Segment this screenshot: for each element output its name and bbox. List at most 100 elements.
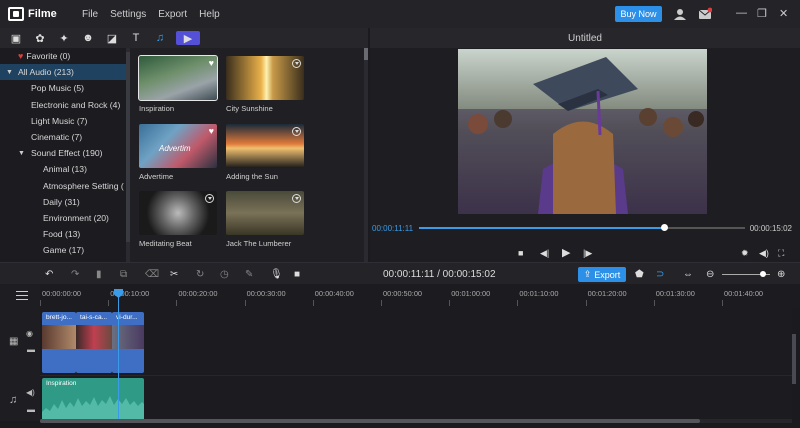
edit-icon[interactable]: ✎ — [245, 269, 253, 280]
sticker-icon[interactable]: ☻ — [80, 31, 96, 45]
buy-now-button[interactable]: Buy Now — [615, 6, 662, 22]
total-time: 00:00:15:02 — [749, 224, 792, 233]
timeline-horizontal-scrollbar[interactable] — [40, 419, 792, 423]
sidebar-item-sound-effect[interactable]: ▼ Sound Effect (190) — [0, 145, 130, 161]
menu-icon[interactable] — [16, 291, 28, 303]
restore-icon[interactable]: ❐ — [757, 7, 767, 20]
media-item-advertime[interactable]: Advertim ♥ Advertime — [139, 124, 219, 181]
filters-icon[interactable]: ✦ — [56, 31, 72, 45]
video-clip[interactable]: brett-jo... — [42, 312, 76, 373]
ruler-tick — [108, 300, 110, 306]
sidebar-item-cinematic[interactable]: Cinematic (7) — [0, 129, 130, 145]
sidebar-item-pop-music[interactable]: Pop Music (5) — [0, 80, 130, 96]
sidebar-item-food[interactable]: Food (13) — [0, 226, 130, 242]
volume-icon[interactable]: ◀) — [759, 248, 769, 259]
fit-timeline-icon[interactable]: ⇔ — [683, 269, 693, 280]
microphone-icon[interactable]: 🎙 — [270, 269, 283, 280]
sidebar-item-game[interactable]: Game (17) — [0, 242, 130, 258]
media-item-jack-the-lumberer[interactable]: Jack The Lumberer — [226, 191, 306, 248]
music-icon[interactable]: ♫ — [152, 31, 168, 45]
preview-panel: Untitled 00:00:11:11 00:00:15:02 ■ ◀︎| ▶… — [370, 28, 800, 262]
heart-icon[interactable]: ♥ — [209, 126, 214, 136]
media-item-meditating-beat[interactable]: Meditating Beat — [139, 191, 219, 248]
delete-icon[interactable]: ▮ — [96, 269, 102, 280]
media-import-icon[interactable]: ▣ — [8, 31, 24, 45]
redo-icon[interactable]: ↷ — [71, 269, 79, 280]
visibility-eye-icon[interactable]: ◉ — [26, 329, 33, 338]
audio-clip[interactable]: Inspiration — [42, 378, 144, 420]
transition-icon[interactable]: ◪ — [104, 31, 120, 45]
trash-icon[interactable]: ⌫ — [145, 269, 159, 280]
download-icon[interactable] — [292, 127, 301, 136]
video-clip[interactable]: tai-s-ca... — [76, 312, 112, 373]
zoom-slider-handle[interactable] — [760, 271, 767, 277]
sidebar-item-light-music[interactable]: Light Music (7) — [0, 113, 130, 129]
record-video-icon[interactable]: ■ — [294, 269, 300, 280]
download-icon[interactable] — [205, 194, 214, 203]
crop-icon[interactable]: ⧉ — [120, 269, 127, 280]
text-icon[interactable]: T — [128, 31, 144, 45]
media-item-city-sunshine[interactable]: City Sunshine — [226, 56, 306, 113]
user-icon[interactable] — [673, 7, 687, 21]
download-icon[interactable] — [292, 59, 301, 68]
sidebar-item-electronic-rock[interactable]: Electronic and Rock (4) — [0, 97, 130, 113]
download-icon[interactable] — [292, 194, 301, 203]
clip-label: brett-jo... — [46, 314, 73, 321]
media-thumbnail — [139, 191, 217, 235]
settings-gear-icon[interactable]: ✹ — [741, 248, 749, 259]
preview-video-frame — [458, 49, 707, 214]
timeline-vertical-scrollbar[interactable] — [792, 334, 796, 384]
zoom-slider[interactable] — [722, 271, 770, 277]
menu-settings[interactable]: Settings — [110, 9, 146, 20]
sidebar-item-animal[interactable]: Animal (13) — [0, 161, 130, 177]
menu-export[interactable]: Export — [158, 9, 187, 20]
media-item-adding-the-sun[interactable]: Adding the Sun — [226, 124, 306, 181]
media-scrollbar[interactable] — [364, 48, 368, 262]
templates-icon[interactable]: ▶ — [176, 31, 200, 45]
export-button[interactable]: ⇪ Export — [578, 267, 626, 282]
effects-icon[interactable]: ✿ — [32, 31, 48, 45]
marker-icon[interactable]: ⬟ — [635, 269, 644, 280]
ruler-tick — [449, 300, 451, 306]
title-bar: Filme File Settings Export Help Buy Now … — [0, 0, 800, 28]
speed-icon[interactable]: ◷ — [220, 269, 229, 280]
split-icon[interactable]: ✂ — [170, 269, 178, 280]
ruler-tick — [381, 300, 382, 306]
undo-icon[interactable]: ↶ — [45, 269, 53, 280]
zoom-in-icon[interactable]: ⊕ — [777, 269, 785, 280]
timeline-time-display: 00:00:11:11 / 00:00:15:02 — [383, 269, 496, 280]
mail-icon[interactable] — [698, 7, 712, 21]
snap-icon[interactable]: ⊃ — [656, 269, 664, 280]
video-clip[interactable]: vi-dur... — [112, 312, 144, 373]
sidebar-item-all-audio[interactable]: ▼ All Audio (213) — [0, 64, 130, 81]
stop-icon[interactable]: ■ — [518, 248, 523, 258]
seek-bar-handle[interactable] — [660, 224, 668, 231]
previous-frame-icon[interactable]: ◀︎| — [540, 248, 549, 259]
play-icon[interactable]: ▶ — [562, 246, 570, 259]
preview-seek-bar[interactable] — [419, 224, 745, 231]
lock-icon[interactable]: ▬ — [27, 405, 35, 414]
media-item-inspiration[interactable]: ♥ Inspiration — [138, 55, 219, 113]
menu-file[interactable]: File — [82, 9, 98, 20]
timeline-ruler[interactable]: 00:00:00:00 00:00:10:00 00:00:20:00 00:00:3… — [40, 284, 800, 308]
video-track-header: ▦ ◉ ▬ — [0, 308, 40, 374]
playhead[interactable] — [114, 289, 123, 421]
sidebar-item-atmosphere[interactable]: Atmosphere Setting ( — [0, 178, 130, 194]
fullscreen-icon[interactable]: ⛶ — [778, 248, 784, 259]
sidebar-item-environment[interactable]: Environment (20) — [0, 210, 130, 226]
sidebar-item-daily[interactable]: Daily (31) — [0, 194, 130, 210]
menu-help[interactable]: Help — [199, 9, 220, 20]
volume-icon[interactable]: ◀) — [26, 388, 35, 397]
close-icon[interactable]: ✕ — [779, 7, 788, 20]
heart-icon[interactable]: ♥ — [209, 58, 214, 68]
lock-icon[interactable]: ▬ — [27, 345, 35, 354]
next-frame-icon[interactable]: |▶︎ — [583, 248, 592, 259]
media-thumbnail: ♥ — [138, 55, 218, 101]
sidebar-item-label: Environment (20) — [43, 212, 109, 223]
zoom-out-icon[interactable]: ⊖ — [706, 269, 714, 280]
rotate-icon[interactable]: ↻ — [196, 269, 204, 280]
minimize-icon[interactable]: — — [736, 7, 747, 19]
sidebar-item-favorite[interactable]: ♥ Favorite (0) — [0, 48, 130, 64]
ruler-label: 00:01:00:00 — [451, 289, 491, 298]
sidebar-item-label: Favorite (0) — [26, 51, 71, 62]
